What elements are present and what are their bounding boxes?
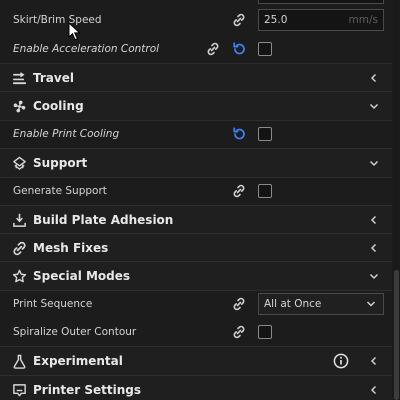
section-title: Experimental: [33, 354, 123, 368]
section-experimental[interactable]: Experimental: [0, 346, 392, 376]
mouse-cursor-icon: [68, 22, 81, 41]
chevron-down-icon: [368, 270, 380, 282]
enable-print-cooling-checkbox[interactable]: [258, 127, 272, 141]
reset-icon[interactable]: [231, 41, 247, 57]
setting-row-enable-acceleration-control: Enable Acceleration Control: [0, 35, 392, 63]
link-icon[interactable]: [231, 324, 247, 340]
setting-row-generate-support: Generate Support: [0, 177, 392, 205]
reset-icon[interactable]: [231, 126, 247, 142]
section-special-modes[interactable]: Special Modes: [0, 261, 392, 291]
info-icon[interactable]: [333, 353, 349, 369]
section-printer-settings[interactable]: Printer Settings: [0, 375, 392, 400]
input-unit: mm/s: [348, 14, 378, 26]
chevron-down-icon: [368, 100, 380, 112]
mesh-fixes-link-icon: [11, 240, 27, 256]
section-title: Special Modes: [33, 269, 131, 283]
setting-label: Skirt/Brim Speed: [13, 14, 102, 26]
fan-icon: [11, 98, 27, 114]
section-title: Printer Settings: [33, 383, 141, 397]
previous-setting-field-edge: [258, 0, 384, 4]
setting-label: Enable Print Cooling: [13, 128, 120, 140]
section-title: Travel: [33, 71, 74, 85]
star-icon: [11, 268, 27, 284]
link-icon[interactable]: [231, 183, 247, 199]
travel-icon: [11, 70, 27, 86]
chevron-down-icon: [366, 301, 376, 307]
setting-label: Enable Acceleration Control: [13, 43, 160, 55]
printer-settings-icon: [11, 382, 27, 398]
input-value: 25.0: [264, 14, 288, 26]
setting-row-skirt-brim-speed: Skirt/Brim Speed 25.0 mm/s: [0, 6, 392, 34]
setting-row-enable-print-cooling: Enable Print Cooling: [0, 120, 392, 148]
setting-label: Spiralize Outer Contour: [13, 326, 137, 338]
support-icon: [11, 155, 27, 171]
link-icon[interactable]: [231, 296, 247, 312]
generate-support-checkbox[interactable]: [258, 184, 272, 198]
flask-icon: [11, 353, 27, 369]
section-title: Cooling: [33, 99, 84, 113]
section-title: Build Plate Adhesion: [33, 213, 174, 227]
chevron-left-icon: [368, 72, 380, 84]
scrollbar-thumb[interactable]: [394, 270, 399, 400]
section-travel[interactable]: Travel: [0, 63, 392, 93]
chevron-left-icon: [368, 214, 380, 226]
section-support[interactable]: Support: [0, 148, 392, 178]
print-settings-panel: Skirt/Brim Speed 25.0 mm/s Enable Accele…: [0, 0, 392, 400]
print-sequence-dropdown[interactable]: All at Once: [258, 293, 384, 315]
section-cooling[interactable]: Cooling: [0, 91, 392, 121]
chevron-down-icon: [368, 157, 380, 169]
spiralize-outer-contour-checkbox[interactable]: [258, 325, 272, 339]
chevron-left-icon: [368, 242, 380, 254]
enable-acceleration-control-checkbox[interactable]: [258, 42, 272, 56]
setting-row-spiralize-outer-contour: Spiralize Outer Contour: [0, 318, 392, 346]
section-mesh-fixes[interactable]: Mesh Fixes: [0, 233, 392, 263]
section-build-plate-adhesion[interactable]: Build Plate Adhesion: [0, 205, 392, 235]
chevron-left-icon: [368, 355, 380, 367]
section-title: Mesh Fixes: [33, 241, 109, 255]
link-icon[interactable]: [205, 41, 221, 57]
setting-row-print-sequence: Print Sequence All at Once: [0, 290, 392, 318]
setting-label: Generate Support: [13, 185, 107, 197]
dropdown-selected-value: All at Once: [264, 298, 322, 310]
link-icon[interactable]: [231, 12, 247, 28]
skirt-brim-speed-input[interactable]: 25.0 mm/s: [258, 9, 384, 31]
chevron-left-icon: [368, 384, 380, 396]
adhesion-icon: [11, 212, 27, 228]
setting-label: Print Sequence: [13, 298, 93, 310]
settings-scrollbar[interactable]: [393, 0, 400, 400]
section-title: Support: [33, 156, 88, 170]
